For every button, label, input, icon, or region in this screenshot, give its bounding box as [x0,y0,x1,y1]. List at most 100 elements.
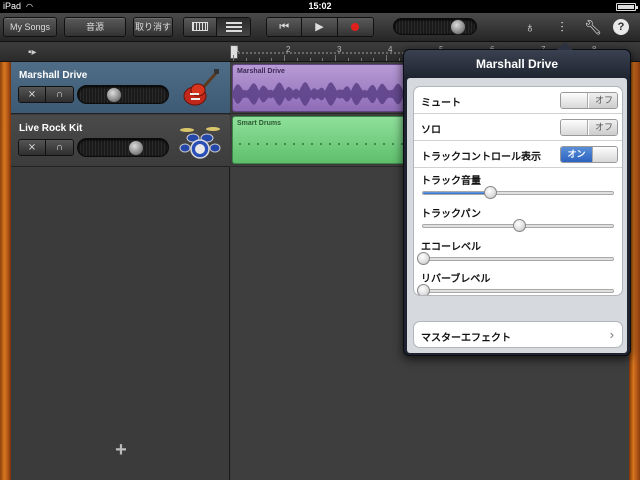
record-icon [351,23,360,31]
master-volume-slider[interactable] [393,18,477,35]
track-header-live-rock-kit[interactable]: Live Rock Kit ⨯ ∩ [11,115,230,167]
solo-toggle[interactable]: オフ [560,119,618,136]
slider-knob[interactable] [417,284,430,295]
solo-row[interactable]: ソロ オフ [414,114,622,141]
toggle-state: オフ [589,120,617,135]
track-controls-toggle[interactable]: オン [560,146,618,163]
play-button[interactable]: ▶ [302,18,338,36]
track-volume-slider[interactable] [77,138,169,157]
chevron-right-icon: › [609,327,614,342]
rewind-icon: ⏮ [279,21,290,33]
track-controls-label: トラックコントロール表示 [421,152,541,163]
record-button[interactable] [337,18,373,36]
toggle-thumb [592,147,617,162]
track-settings-group: ミュート オフ ソロ オフ トラックコントロール表示 オン トラック音量 トラッ… [413,86,623,296]
popover-body: ミュート オフ ソロ オフ トラックコントロール表示 オン トラック音量 トラッ… [407,78,627,353]
ruler-tick [271,58,273,61]
play-icon: ▶ [315,21,324,33]
ruler-tick [245,58,247,61]
wood-panel-left [0,62,11,480]
track-volume-slider[interactable] [77,85,169,104]
sound-source-button[interactable]: 音源 [64,17,126,37]
slider-knob[interactable] [484,186,498,199]
instrument-view-button[interactable] [184,18,217,36]
ruler-track-line [238,52,408,54]
master-effect-button[interactable]: マスターエフェクト › [413,321,623,348]
mute-button[interactable]: ⨯ [19,87,46,102]
ruler-tick [322,58,324,61]
track-pan-slider[interactable] [422,219,614,232]
tracks-view-button[interactable] [217,18,250,36]
ruler-tick [347,58,349,61]
mute-label: ミュート [421,98,461,109]
ruler-tick [335,55,336,61]
help-icon[interactable]: ? [613,19,629,35]
solo-label: ソロ [421,125,441,136]
tracks-list-icon [225,22,242,32]
track-header-marshall-drive[interactable]: Marshall Drive ⨯ ∩ [11,62,230,114]
ruler-tick [258,58,260,61]
solo-button[interactable]: ∩ [46,140,73,155]
toggle-state: オフ [589,93,617,108]
bar-number: 1 [235,45,240,54]
drums-icon [179,127,221,159]
track-volume-row: トラック音量 [414,169,622,202]
mute-button[interactable]: ⨯ [19,140,46,155]
transport-controls: ⏮ ▶ [266,17,374,37]
region-marshall-drive[interactable]: Marshall Drive [232,64,412,112]
rewind-button[interactable]: ⏮ [267,18,303,36]
my-songs-button[interactable]: My Songs [3,17,57,37]
mute-icon: ⨯ [27,89,37,100]
drum-pattern [239,143,411,145]
mute-toggle[interactable]: オフ [560,92,618,109]
mute-row[interactable]: ミュート オフ [414,87,622,114]
ruler-tick [284,55,285,61]
track-volume-popover-slider[interactable] [422,186,614,199]
reverb-level-slider[interactable] [417,284,614,295]
toggle-thumb [561,120,588,135]
track-volume-knob[interactable] [128,140,144,156]
waveform [233,82,411,106]
view-switcher [183,17,251,37]
master-effect-label: マスターエフェクト [421,333,511,344]
keyboard-icon [192,22,208,31]
slider-knob[interactable] [513,219,526,232]
echo-level-row: エコーレベル [414,235,622,268]
track-pan-row: トラックパン [414,202,622,235]
reverb-level-label: リバーブレベル [421,274,491,285]
track-buttons: ⨯ ∩ [18,139,74,156]
metronome-icon[interactable]: ♁ [521,19,539,35]
echo-level-slider[interactable] [417,252,614,265]
mixer-settings-icon[interactable]: ⫶ [553,19,571,35]
garageband-app: iPad ◠ 15:02 My Songs 音源 取り消す ⏮ ▶ ♁ ⫶ 🔧︎… [0,0,640,480]
toggle-thumb [561,93,588,108]
master-volume-knob[interactable] [450,19,466,35]
track-volume-label: トラック音量 [421,176,481,187]
battery-icon [616,3,638,11]
popover-title: Marshall Drive [404,50,630,78]
ruler-tick [309,58,311,61]
track-volume-knob[interactable] [106,87,122,103]
track-headers: Marshall Drive ⨯ ∩ Live Rock Kit ⨯ ∩ + [11,62,240,480]
bar-number: 2 [286,45,291,54]
bar-number: 3 [337,45,342,54]
solo-button[interactable]: ∩ [46,87,73,102]
region-name: Marshall Drive [237,68,285,75]
status-bar: iPad ◠ 15:02 [0,0,640,13]
undo-button[interactable]: 取り消す [133,17,173,37]
track-controls-row[interactable]: トラックコントロール表示 オン [414,141,622,168]
region-smart-drums[interactable]: Smart Drums [232,116,412,164]
echo-level-label: エコーレベル [421,242,481,253]
add-track-button[interactable]: + [111,439,131,462]
toggle-state: オン [561,147,592,162]
headphones-icon: ∩ [55,142,64,153]
ruler-tick [373,58,375,61]
slider-knob[interactable] [417,252,430,265]
headphones-icon: ∩ [55,89,64,100]
ruler-tick [360,58,362,61]
toolbar: My Songs 音源 取り消す ⏮ ▶ ♁ ⫶ 🔧︎ ? [0,13,640,42]
track-name: Marshall Drive [19,70,88,81]
wrench-icon[interactable]: 🔧︎ [584,19,602,35]
guitar-icon [183,69,219,106]
add-section-icon[interactable]: ▪▸ [28,47,37,58]
